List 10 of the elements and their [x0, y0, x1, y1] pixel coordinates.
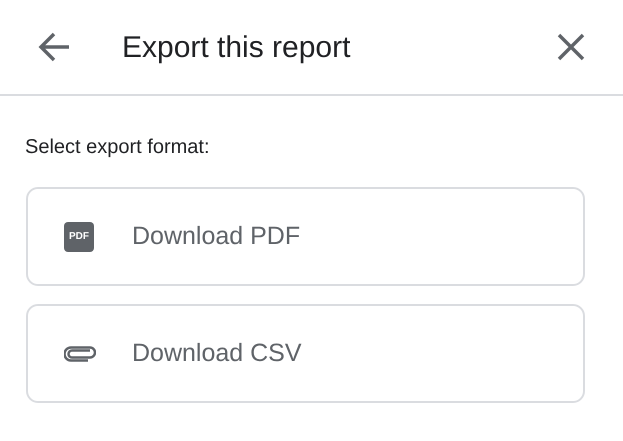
back-button[interactable] — [38, 32, 70, 62]
paperclip-icon — [64, 344, 96, 362]
download-option[interactable]: PDF Download PDF — [26, 187, 585, 286]
dialog-title: Export this report — [122, 30, 350, 66]
prompt-text: Select export format: — [25, 135, 211, 160]
close-icon — [557, 33, 585, 61]
download-option[interactable]: Download CSV — [26, 304, 585, 403]
pdf-icon: PDF — [64, 222, 94, 252]
back-arrow-icon — [38, 32, 70, 62]
close-button[interactable] — [557, 33, 585, 61]
